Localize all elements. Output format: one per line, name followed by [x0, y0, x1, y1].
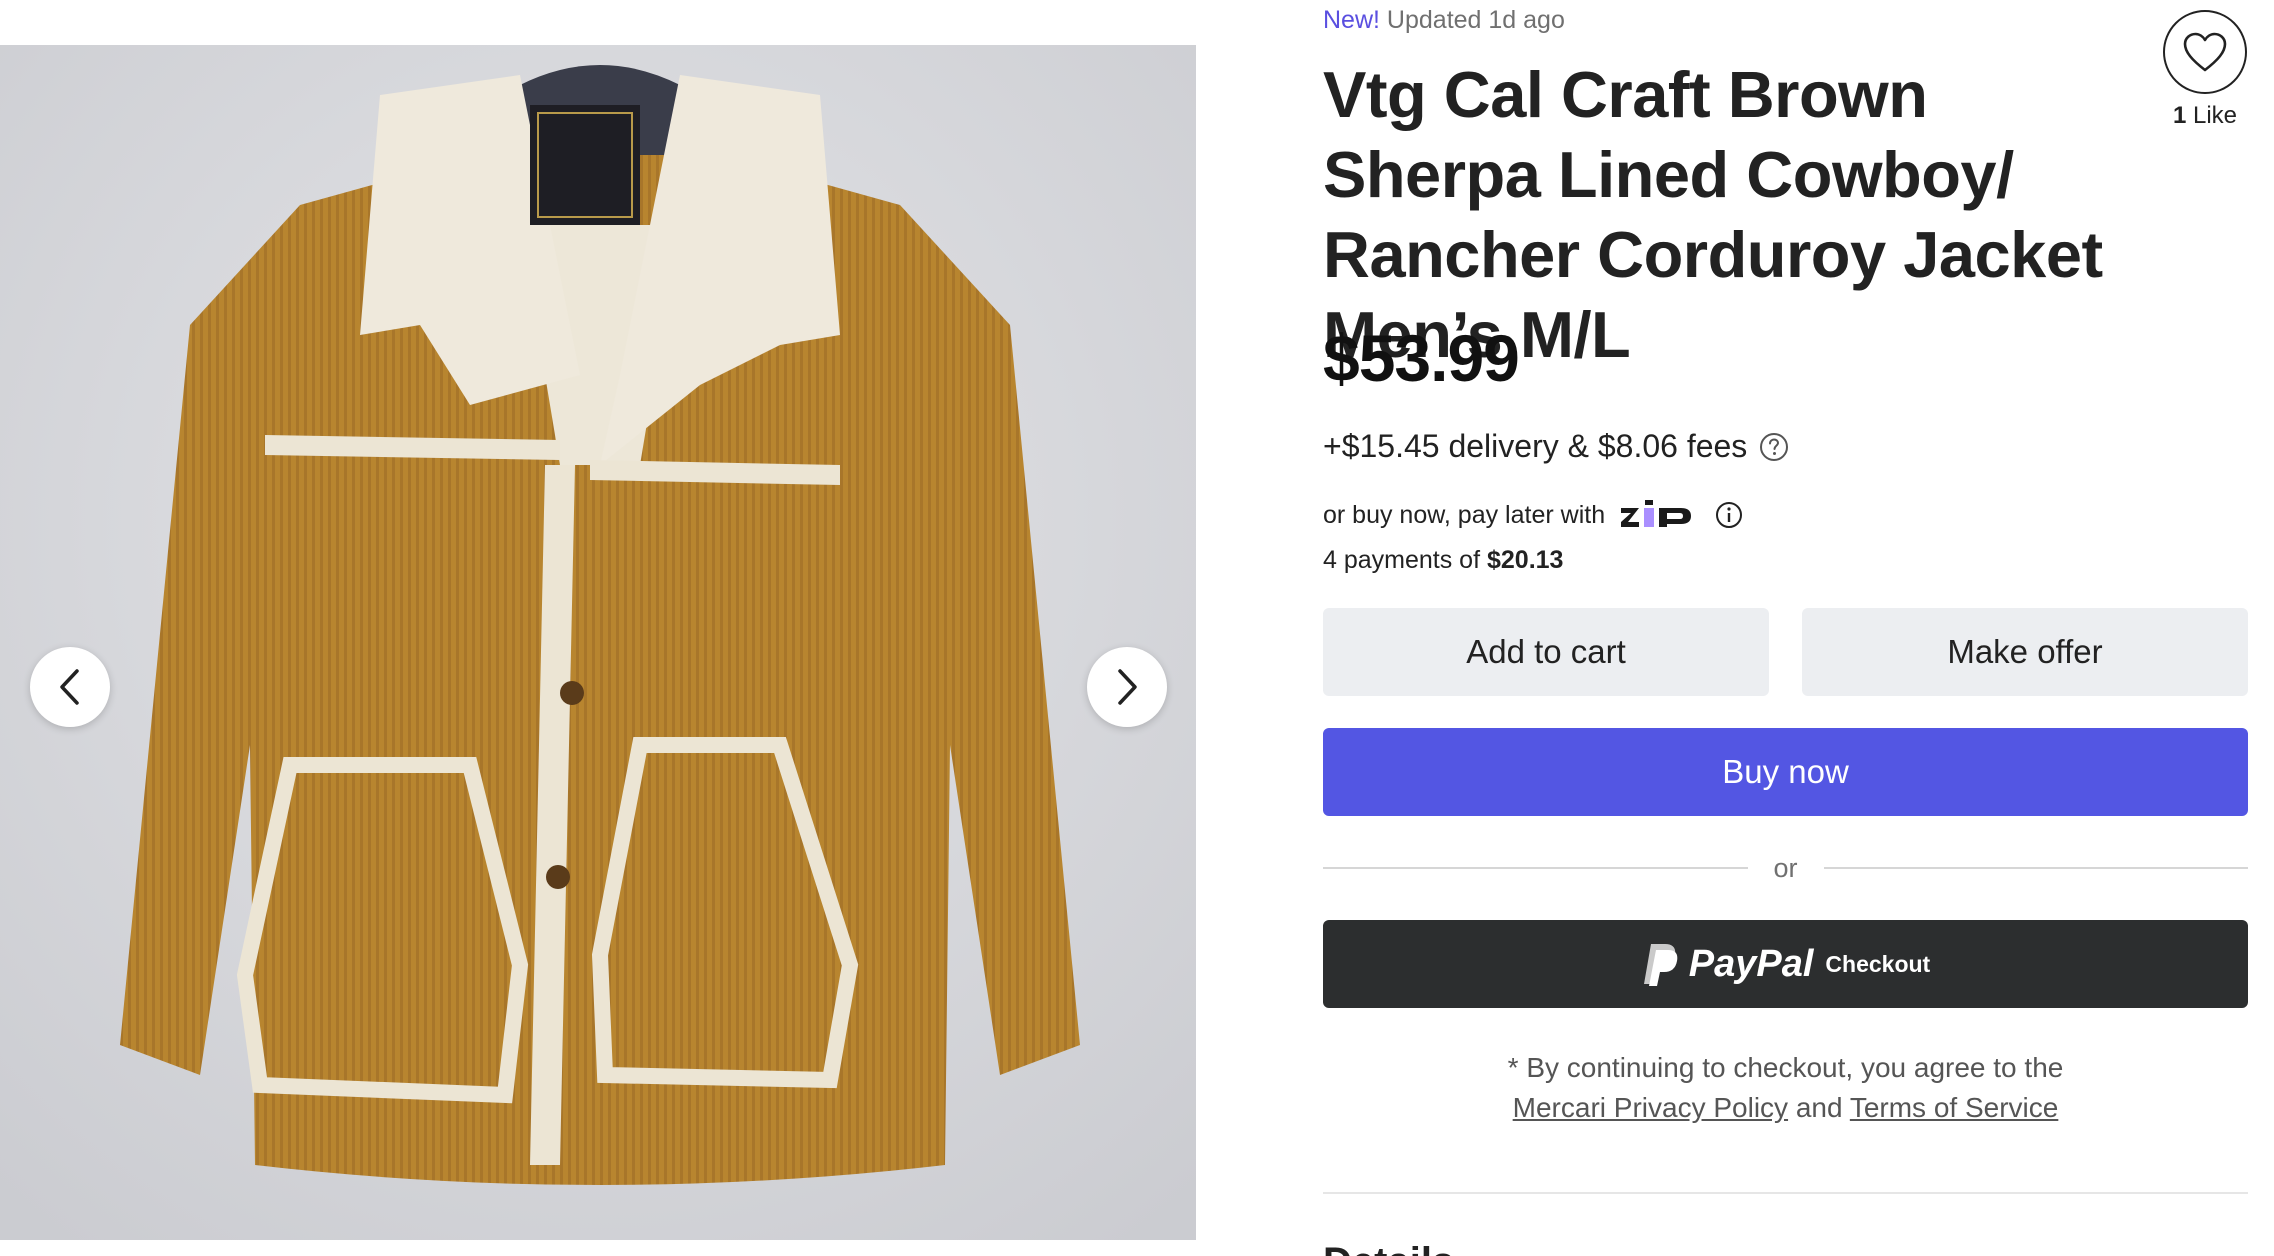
installments-prefix: 4 payments of — [1323, 546, 1481, 574]
listing-price: $53.99 — [1323, 321, 1520, 395]
buy-now-button[interactable]: Buy now — [1323, 728, 2248, 816]
question-circle-icon[interactable] — [1759, 432, 1789, 462]
checkout-disclaimer: * By continuing to checkout, you agree t… — [1323, 1048, 2248, 1128]
paypal-checkout-button[interactable]: PayPal Checkout — [1323, 920, 2248, 1008]
zip-logo — [1619, 500, 1701, 530]
pay-later-line: or buy now, pay later with — [1323, 500, 1743, 530]
make-offer-button[interactable]: Make offer — [1802, 608, 2248, 696]
new-badge: New! — [1323, 6, 1380, 34]
listing-meta: New! Updated 1d ago — [1323, 6, 1565, 35]
disclaimer-links: Mercari Privacy Policy and Terms of Serv… — [1323, 1088, 2248, 1128]
privacy-policy-link[interactable]: Mercari Privacy Policy — [1513, 1092, 1788, 1123]
terms-of-service-link[interactable]: Terms of Service — [1850, 1092, 2059, 1123]
like-count-label: Like — [2193, 102, 2238, 129]
disclaimer-text: * By continuing to checkout, you agree t… — [1507, 1052, 2064, 1083]
chevron-right-icon — [1118, 669, 1137, 705]
section-divider — [1323, 1192, 2248, 1194]
separator-line-right — [1823, 867, 2249, 869]
paypal-wordmark: PayPal — [1688, 942, 1814, 985]
fees-line: +$15.45 delivery & $8.06 fees — [1323, 428, 1789, 465]
add-to-cart-button[interactable]: Add to cart — [1323, 608, 1769, 696]
details-section-heading: Details — [1323, 1240, 1454, 1256]
pay-later-text: or buy now, pay later with — [1323, 500, 1606, 529]
or-label: or — [1773, 852, 1798, 883]
heart-icon — [2183, 32, 2227, 72]
product-photo — [0, 45, 1196, 1240]
separator-line-left — [1323, 867, 1748, 869]
product-image-gallery[interactable] — [0, 45, 1196, 1240]
like-button[interactable] — [2163, 10, 2247, 94]
info-icon[interactable] — [1715, 501, 1743, 529]
chevron-left-icon — [60, 669, 79, 705]
installment-amount: $20.13 — [1486, 546, 1564, 574]
like-count-number: 1 — [2172, 102, 2187, 129]
like-control: 1 Like — [2158, 10, 2252, 130]
like-count: 1 Like — [2158, 102, 2252, 130]
paypal-icon — [1641, 942, 1679, 986]
paypal-checkout-label: Checkout — [1825, 950, 1931, 977]
installments-line: 4 payments of $20.13 — [1323, 546, 1563, 575]
fees-text: +$15.45 delivery & $8.06 fees — [1323, 428, 1748, 464]
next-image-button[interactable] — [1087, 647, 1167, 727]
previous-image-button[interactable] — [30, 647, 110, 727]
disclaimer-and: and — [1795, 1092, 1843, 1123]
or-separator: or — [1323, 848, 2249, 888]
updated-time: Updated 1d ago — [1386, 6, 1565, 34]
